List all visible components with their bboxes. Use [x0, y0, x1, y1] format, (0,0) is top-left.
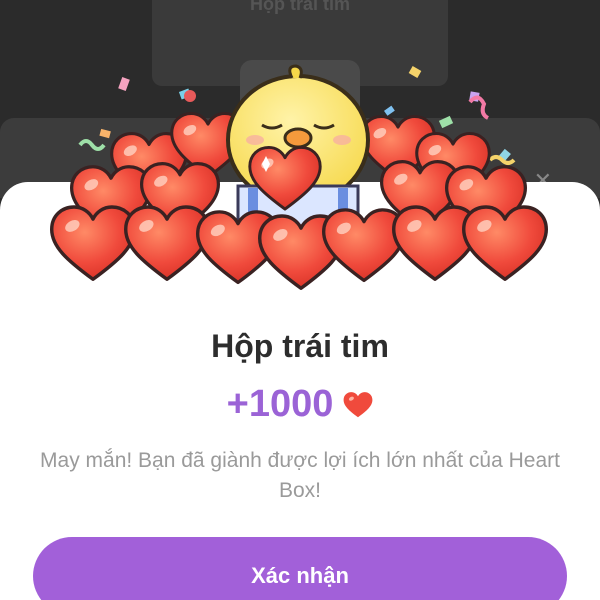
confirm-button[interactable]: Xác nhận — [33, 537, 567, 600]
sheet-title: Hộp trái tim — [211, 328, 389, 364]
reward-message: May mắn! Bạn đã giành được lợi ích lớn n… — [40, 449, 560, 502]
reward-row: +1000 — [0, 383, 600, 426]
chick-mascot — [226, 64, 370, 228]
screen: Hộp trái tim ✕ Hộp trái tim +1000 May mắ… — [0, 0, 600, 600]
heart-box-illustration — [50, 64, 548, 290]
heart-icon — [343, 391, 373, 417]
reward-amount: +1000 — [226, 383, 334, 425]
